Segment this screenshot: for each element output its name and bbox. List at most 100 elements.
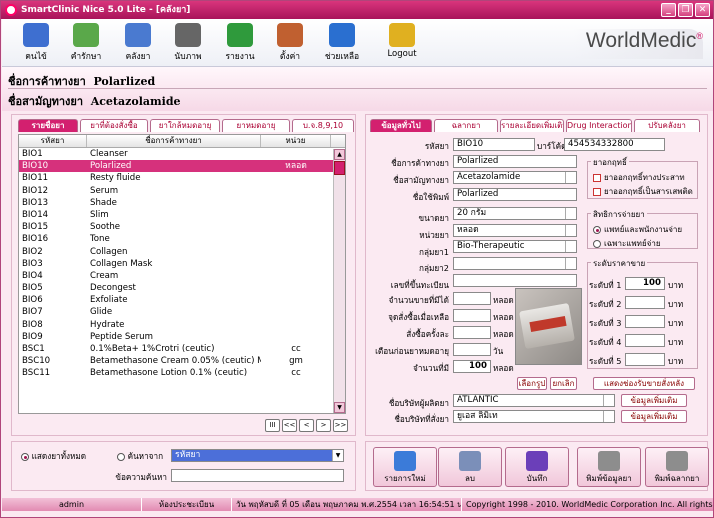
pager-button-4[interactable]: >>	[333, 419, 348, 432]
trade-name-input[interactable]: Polarlized	[453, 155, 577, 168]
save-button[interactable]: บันทึก	[505, 447, 569, 487]
tab-left-3[interactable]: ยาหมดอายุ	[222, 119, 290, 132]
radio-right2[interactable]: เฉพาะแพทย์จ่าย	[593, 237, 661, 250]
print-info-button[interactable]: พิมพ์ข้อมูลยา	[577, 447, 641, 487]
restore-button[interactable]: ❐	[678, 3, 693, 17]
table-row[interactable]: BIO11 Resty fluide	[19, 172, 345, 184]
toolbar-tools-button[interactable]: ตั้งค่า	[266, 23, 314, 63]
table-row[interactable]: BIO13 Shade	[19, 197, 345, 209]
pager-button-3[interactable]: >	[316, 419, 331, 432]
minimize-button[interactable]: _	[661, 3, 676, 17]
table-row[interactable]: BSC1 0.1%Beta+ 1%Crotri (ceutic) cc	[19, 343, 345, 355]
toolbar-pill-button[interactable]: คลังยา	[114, 23, 162, 63]
new-button[interactable]: รายการใหม่	[373, 447, 437, 487]
price-input-5[interactable]	[625, 353, 665, 366]
toolbar-lock-button[interactable]: Logout	[378, 23, 426, 59]
price-input-1[interactable]: 100	[625, 277, 665, 290]
col-unit[interactable]: หน่วย	[261, 135, 331, 147]
keyword-input[interactable]	[171, 469, 344, 482]
registration-input[interactable]	[453, 274, 577, 287]
list-scrollbar[interactable]: ▲ ▼	[333, 149, 345, 413]
print-name-input[interactable]: Polarlized	[453, 188, 577, 201]
unit-select[interactable]: หลอด	[453, 224, 577, 237]
scroll-up-icon[interactable]: ▲	[334, 149, 345, 160]
toolbar-chart-button[interactable]: รายงาน	[216, 23, 264, 63]
tab-right-2[interactable]: รายละเอียดเพิ่มเติม	[500, 119, 564, 132]
toolbar-help-button[interactable]: ช่วยเหลือ	[318, 23, 366, 63]
group2-select[interactable]	[453, 257, 577, 270]
scroll-thumb[interactable]	[334, 161, 345, 175]
tab-right-1[interactable]: ฉลากยา	[434, 119, 498, 132]
generic-name-input[interactable]: Acetazolamide	[453, 171, 577, 184]
price-input-4[interactable]	[625, 334, 665, 347]
show-all-option[interactable]: แสดงยาทั้งหมด	[21, 450, 86, 463]
stock-input[interactable]: 100	[453, 360, 491, 373]
barcode-input[interactable]: 454534332800	[564, 138, 665, 151]
pager-button-1[interactable]: <<	[282, 419, 297, 432]
tab-left-0[interactable]: รายชื่อยา	[18, 119, 78, 132]
maker-more-info-button[interactable]: ข้อมูลเพิ่มเติม	[621, 394, 687, 407]
close-button[interactable]: ✕	[695, 3, 710, 17]
col-code[interactable]: รหัสยา	[19, 135, 87, 147]
table-row[interactable]: BIO12 Serum	[19, 185, 345, 197]
search-by-option[interactable]: ค้นหาจาก	[117, 450, 163, 463]
table-row[interactable]: BIO5 Decongest	[19, 282, 345, 294]
tab-left-4[interactable]: บ.จ.8,9,10	[292, 119, 354, 132]
radio-circle[interactable]	[593, 239, 601, 248]
table-row[interactable]: BIO4 Cream	[19, 270, 345, 282]
show-all-radio[interactable]	[21, 452, 29, 461]
size-select[interactable]: 20 กรัม	[453, 207, 577, 220]
pager-button-0[interactable]: III	[265, 419, 280, 432]
price-input-3[interactable]	[625, 315, 665, 328]
search-by-radio[interactable]	[117, 452, 125, 461]
show-location-button[interactable]: แสดงช่องรับขายสั่งหลัง	[593, 377, 695, 390]
maker-select[interactable]: ATLANTIC	[453, 394, 615, 407]
radio-right1[interactable]: แพทย์และพนักงานจ่าย	[593, 223, 682, 236]
table-row[interactable]: BSC10 Betamethasone Cream 0.05% (ceutic) …	[19, 355, 345, 367]
cancel-image-button[interactable]: ยกเลิก	[550, 377, 577, 390]
status-date: วัน พฤหัสบดี ที่ 05 เดือน พฤษภาคม พ.ศ.25…	[232, 498, 462, 511]
col-trade-name[interactable]: ชื่อการค้าทางยา	[87, 135, 261, 147]
tab-right-3[interactable]: Drug Interaction	[566, 119, 632, 132]
tab-left-1[interactable]: ยาที่ต้องสั่งซื้อ	[80, 119, 148, 132]
scroll-down-icon[interactable]: ▼	[334, 402, 345, 413]
checkbox-box[interactable]	[593, 187, 601, 196]
toolbar-treatment-button[interactable]: คำรักษา	[62, 23, 110, 63]
table-row[interactable]: BIO2 Collagen	[19, 246, 345, 258]
table-row[interactable]: BSC11 Betamethasone Lotion 0.1% (ceutic) c…	[19, 367, 345, 379]
delete-button[interactable]: ลบ	[438, 447, 502, 487]
group1-select[interactable]: Bio-Therapeutic	[453, 240, 577, 253]
table-row[interactable]: BIO10 Polarlized หลอด	[19, 160, 345, 173]
toolbar-camera-button[interactable]: นับภาพ	[164, 23, 212, 63]
table-row[interactable]: BIO16 Tone	[19, 233, 345, 245]
table-row[interactable]: BIO7 Glide	[19, 306, 345, 318]
min-input[interactable]	[453, 292, 491, 305]
order-input[interactable]	[453, 326, 491, 339]
seller-more-info-button[interactable]: ข้อมูลเพิ่มเติม	[621, 410, 687, 423]
search-field-select[interactable]: รหัสยา ▼	[171, 449, 344, 462]
price-input-2[interactable]	[625, 296, 665, 309]
checkbox-check2[interactable]: ยาออกฤทธิ์เป็นสารเสพติด	[593, 185, 693, 198]
table-row[interactable]: BIO6 Exfoliate	[19, 294, 345, 306]
table-row[interactable]: BIO14 Slim	[19, 209, 345, 221]
expire-input[interactable]	[453, 343, 491, 356]
tab-right-4[interactable]: ปรับคลังยา	[634, 119, 700, 132]
code-input[interactable]: BIO10	[453, 138, 535, 151]
table-row[interactable]: BIO15 Soothe	[19, 221, 345, 233]
pager: III << < > >>	[265, 419, 348, 432]
checkbox-box[interactable]	[593, 173, 601, 182]
table-row[interactable]: BIO8 Hydrate	[19, 319, 345, 331]
pager-button-2[interactable]: <	[299, 419, 314, 432]
radio-circle[interactable]	[593, 225, 601, 234]
reorder-input[interactable]	[453, 309, 491, 322]
table-row[interactable]: BIO3 Collagen Mask	[19, 258, 345, 270]
print-label-button[interactable]: พิมพ์ฉลากยา	[645, 447, 709, 487]
seller-select[interactable]: ยูเอส ลิมิเท	[453, 410, 615, 423]
tab-left-2[interactable]: ยาใกล้หมดอายุ	[150, 119, 220, 132]
pick-image-button[interactable]: เลือกรูป	[517, 377, 547, 390]
tab-right-0[interactable]: ข้อมูลทั่วไป	[370, 119, 432, 132]
table-row[interactable]: BIO9 Peptide Serum	[19, 331, 345, 343]
checkbox-check1[interactable]: ยาออกฤทธิ์ทางประสาท	[593, 171, 685, 184]
table-row[interactable]: BIO1 Cleanser	[19, 148, 345, 160]
toolbar-patient-button[interactable]: คนไข้	[12, 23, 60, 63]
